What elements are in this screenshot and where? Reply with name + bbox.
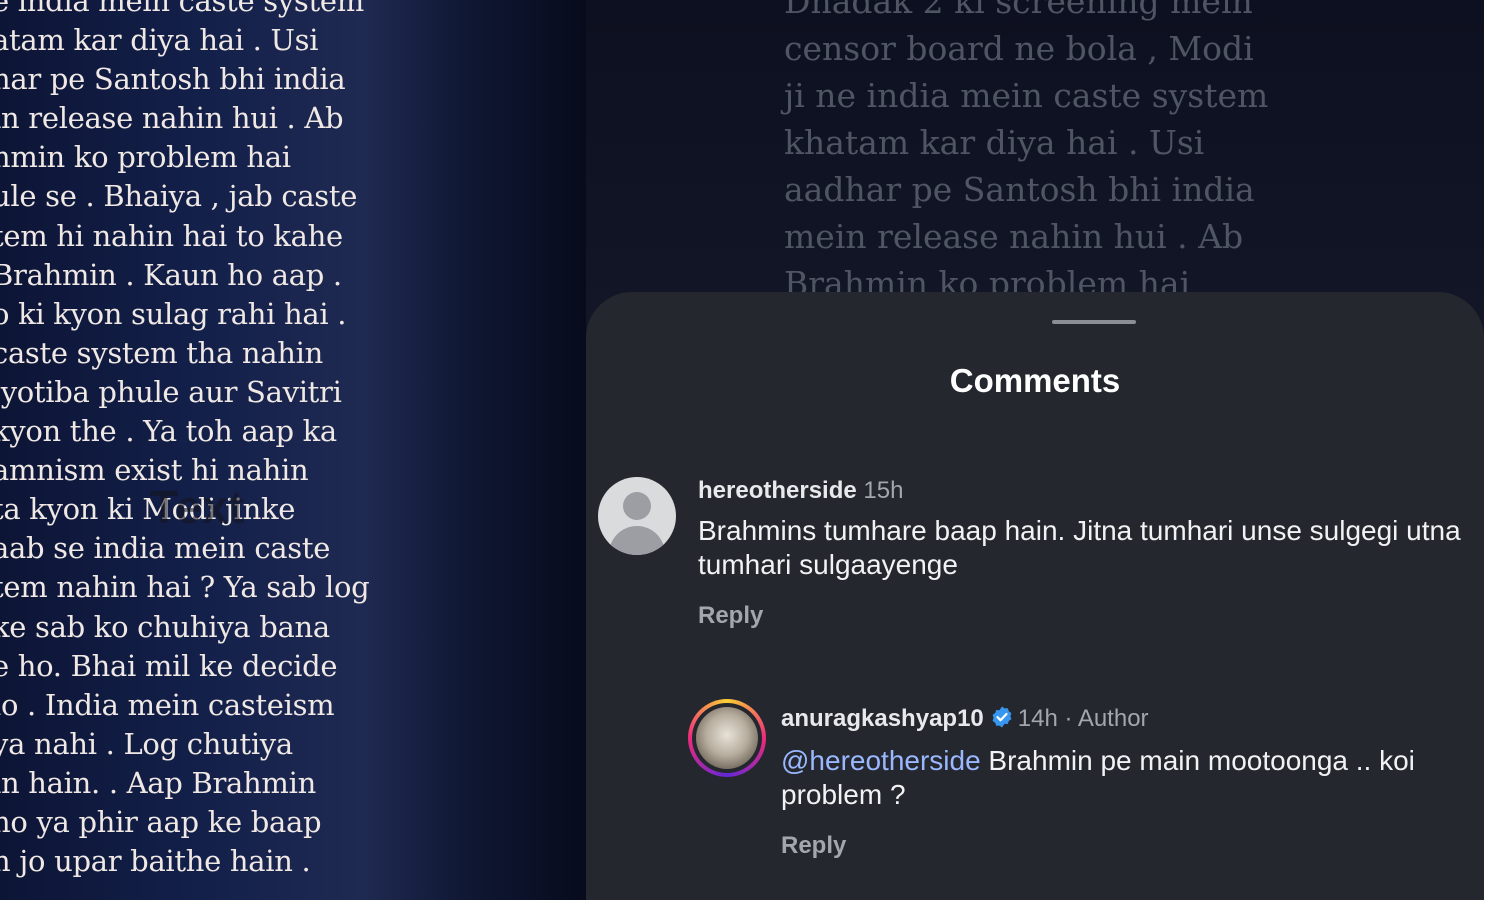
story-text-line: ke sab ko chuhiya bana bbox=[0, 609, 330, 644]
default-user-icon[interactable] bbox=[598, 477, 676, 555]
story-text-line: hmin ko problem hai bbox=[0, 140, 291, 175]
page-edge bbox=[1484, 0, 1500, 900]
story-text-line: n jo upar baithe hain . bbox=[0, 844, 311, 879]
comment-username[interactable]: anuragkashyap10 bbox=[781, 705, 984, 732]
sheet-drag-handle[interactable] bbox=[1052, 320, 1136, 324]
story-text-line: e india mein caste system bbox=[0, 0, 364, 18]
story-text-line: censor board ne bola , Modi bbox=[784, 29, 1254, 68]
story-text-line: in release nahin hui . Ab bbox=[0, 101, 344, 136]
reply-button[interactable]: Reply bbox=[698, 602, 763, 630]
comment-text: @hereotherside Brahmin pe main mootoonga… bbox=[781, 744, 1481, 812]
mention-link[interactable]: @hereotherside bbox=[781, 745, 981, 776]
story-text-line: ta kyon ki Modi jinke bbox=[0, 492, 296, 527]
story-text-line: o ki kyon sulag rahi hai . bbox=[0, 296, 347, 331]
story-text-line: khatam kar diya hai . Usi bbox=[784, 123, 1205, 162]
story-text-line: kyon the . Ya toh aap ka bbox=[0, 414, 337, 449]
comments-sheet: Comments hereotherside 15h Brahmins tumh… bbox=[586, 292, 1484, 900]
story-text-background: Dhadak 2 ki screening mein censor board … bbox=[784, 0, 1344, 307]
verified-badge-icon bbox=[992, 706, 1012, 728]
left-story-panel: e india mein caste system atam kar diya … bbox=[0, 0, 586, 900]
story-text-line: tem hi nahin hai to kahe bbox=[0, 218, 343, 253]
story-text-line: ho ya phir aap ke baap bbox=[0, 804, 322, 839]
comment-time: 15h bbox=[863, 477, 904, 504]
profile-photo bbox=[696, 707, 758, 769]
story-text-line: lo . India mein casteism bbox=[0, 687, 335, 722]
comment-text: Brahmins tumhare baap hain. Jitna tumhar… bbox=[698, 515, 1461, 580]
story-text-line: Brahmin . Kaun ho aap . bbox=[0, 257, 342, 292]
story-text-line: Dhadak 2 ki screening mein bbox=[784, 0, 1253, 21]
comment-meta: hereotherside 15h bbox=[698, 477, 903, 505]
comment-username[interactable]: hereotherside bbox=[698, 477, 857, 504]
story-text-line: har pe Santosh bhi india bbox=[0, 62, 346, 97]
comment-time: 14h · Author bbox=[1017, 705, 1149, 732]
reply-button[interactable]: Reply bbox=[781, 832, 846, 860]
watermark: Text bbox=[150, 481, 246, 533]
story-text-line: ule se . Bhaiya , jab caste bbox=[0, 179, 358, 214]
story-text-line: jyotiba phule aur Savitri bbox=[0, 374, 342, 409]
story-text-line: caste system tha nahin bbox=[0, 335, 323, 370]
story-text: e india mein caste system atam kar diya … bbox=[0, 0, 586, 881]
sheet-title: Comments bbox=[949, 362, 1121, 399]
story-text-line: aab se india mein caste bbox=[0, 531, 331, 566]
story-text-line: e ho. Bhai mil ke decide bbox=[0, 648, 338, 683]
story-text-line: ya nahi . Log chutiya bbox=[0, 726, 293, 761]
story-text-line: amnism exist hi nahin bbox=[0, 453, 309, 488]
story-text-line: ji ne india mein caste system bbox=[784, 76, 1269, 115]
story-ring-avatar[interactable] bbox=[688, 699, 766, 777]
story-text-line: mein release nahin hui . Ab bbox=[784, 217, 1244, 256]
right-story-screen: Dhadak 2 ki screening mein censor board … bbox=[586, 0, 1484, 900]
comment-meta: anuragkashyap10 14h · Author bbox=[781, 705, 1149, 733]
story-text-line: atam kar diya hai . Usi bbox=[0, 23, 319, 58]
story-text-line: tem nahin hai ? Ya sab log bbox=[0, 570, 370, 605]
story-text-line: aadhar pe Santosh bhi india bbox=[784, 170, 1255, 209]
story-text-line: in hain. . Aap Brahmin bbox=[0, 765, 316, 800]
